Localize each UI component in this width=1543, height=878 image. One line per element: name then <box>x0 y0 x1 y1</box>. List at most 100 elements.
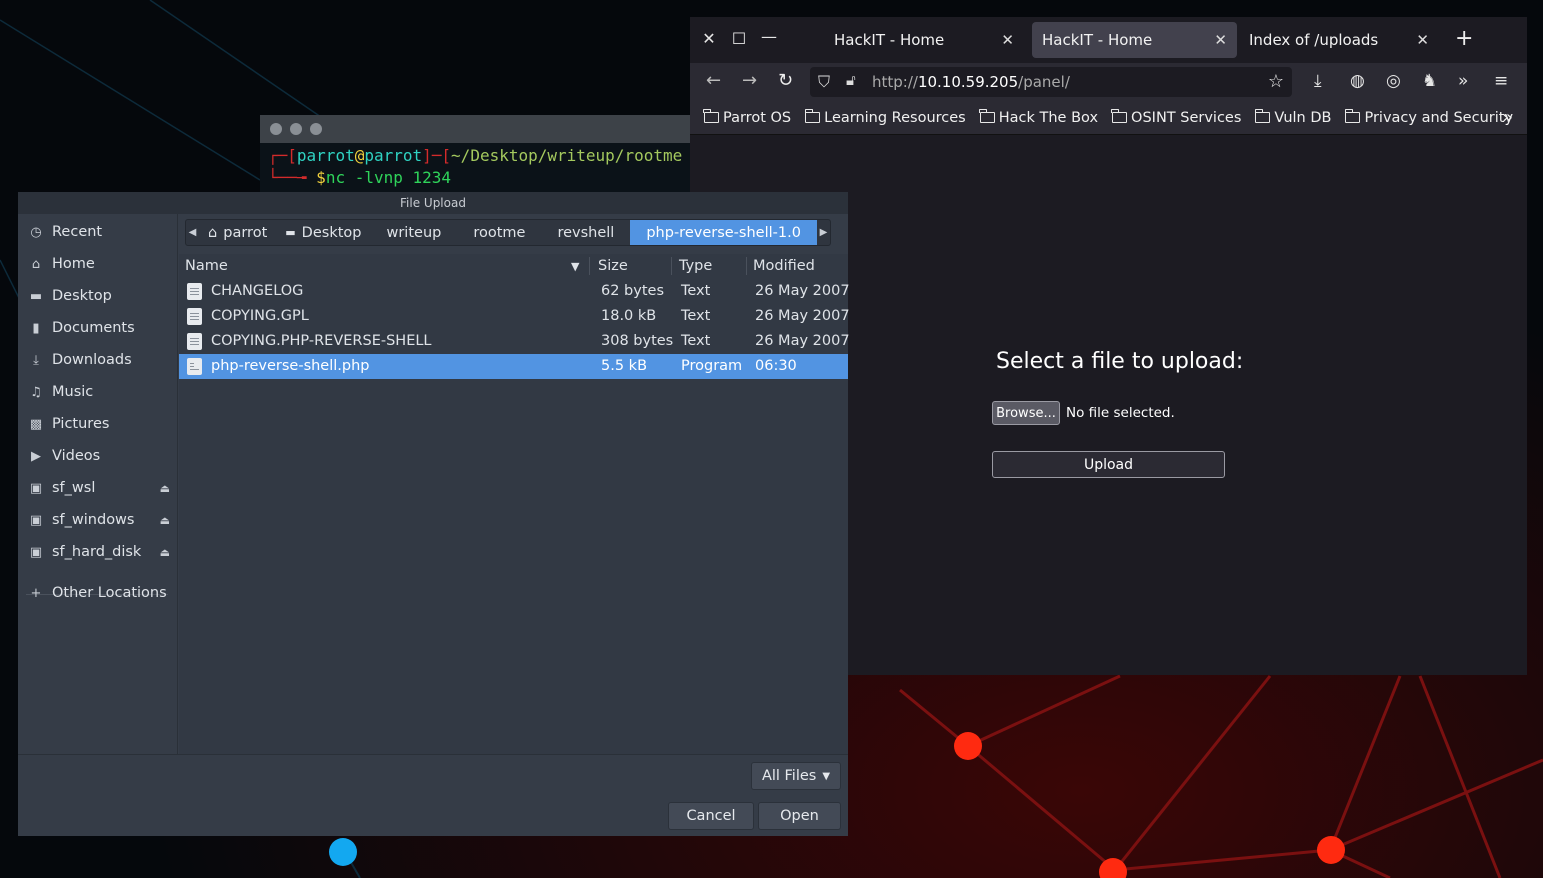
place-desktop[interactable]: ▬ Desktop <box>28 284 170 308</box>
terminal-window[interactable]: ┌─[parrot@parrot]─[~/Desktop/writeup/roo… <box>260 115 690 195</box>
dropdown-arrow-icon: ▼ <box>822 770 831 782</box>
desktop-icon: ▬ <box>29 288 43 304</box>
dialog-footer: All Files ▼ Cancel Open <box>18 754 848 836</box>
place-pictures[interactable]: ▩ Pictures <box>28 412 170 436</box>
shield-icon[interactable]: ⛉ <box>818 72 830 92</box>
text-file-icon <box>187 308 202 325</box>
home-icon: ⌂ <box>31 256 41 272</box>
close-tab-icon[interactable]: ✕ <box>1001 31 1014 49</box>
program-file-icon <box>187 358 202 375</box>
drive-icon: ▣ <box>29 512 43 528</box>
maximize-dot-icon[interactable] <box>310 123 322 135</box>
desktop-node <box>329 838 357 866</box>
file-row[interactable]: COPYING.PHP-REVERSE-SHELL 308 bytes Text… <box>179 329 850 354</box>
new-tab-icon[interactable]: + <box>1455 28 1473 50</box>
eject-icon[interactable]: ⏏ <box>160 546 170 559</box>
column-name[interactable]: Name <box>185 258 228 274</box>
folder-icon <box>703 109 719 123</box>
close-dot-icon[interactable] <box>270 123 282 135</box>
file-row-selected[interactable]: php-reverse-shell.php 5.5 kB Program 06:… <box>179 354 848 379</box>
close-window-icon[interactable]: ✕ <box>694 29 724 48</box>
crumb-parrot[interactable]: ⌂ parrot <box>199 220 276 245</box>
place-sf-windows[interactable]: ▣ sf_windows ⏏ <box>28 508 170 532</box>
download-icon: ⤓ <box>33 352 39 368</box>
forward-icon[interactable]: → <box>742 71 757 91</box>
download-icon[interactable]: ⤓ <box>1314 71 1322 91</box>
place-music[interactable]: ♫ Music <box>28 380 170 404</box>
bookmark-learning-resources[interactable]: Learning Resources <box>804 109 966 126</box>
bookmark-hack-the-box[interactable]: Hack The Box <box>979 109 1098 126</box>
tab-hackit-home-2[interactable]: HackIT - Home ✕ <box>1032 22 1237 58</box>
extension-mask-icon[interactable]: ◎ <box>1386 71 1401 91</box>
upload-button[interactable]: Upload <box>992 451 1225 478</box>
crumb-rootme[interactable]: rootme <box>457 220 541 245</box>
text-file-icon <box>187 333 202 350</box>
crumb-writeup[interactable]: writeup <box>370 220 457 245</box>
minimize-dot-icon[interactable] <box>290 123 302 135</box>
place-other-locations[interactable]: + Other Locations <box>28 581 170 605</box>
file-upload-dialog[interactable]: File Upload ◷ Recent ⌂ Home ▬ Desktop ▮ Docu… <box>18 192 850 836</box>
music-icon: ♫ <box>30 384 42 400</box>
reload-icon[interactable]: ↻ <box>778 71 793 91</box>
place-sf-hard-disk[interactable]: ▣ sf_hard_disk ⏏ <box>28 540 170 564</box>
minimize-window-icon[interactable]: — <box>754 27 784 46</box>
browse-button[interactable]: Browse... <box>992 401 1060 425</box>
drive-icon: ▣ <box>29 544 43 560</box>
bookmark-osint-services[interactable]: OSINT Services <box>1111 109 1241 126</box>
tab-hackit-home-1[interactable]: HackIT - Home ✕ <box>824 22 1024 58</box>
bookmarks-overflow-icon[interactable]: » <box>1502 107 1513 128</box>
extension-spy-icon[interactable]: ♞ <box>1422 71 1437 91</box>
file-filter-dropdown[interactable]: All Files ▼ <box>751 762 841 790</box>
extension-cookie-icon[interactable]: ◍ <box>1350 71 1365 91</box>
insecure-lock-icon[interactable]: 🔓︎ <box>846 71 856 89</box>
eject-icon[interactable]: ⏏ <box>160 482 170 495</box>
plus-icon: + <box>30 585 42 601</box>
column-type[interactable]: Type <box>679 258 712 274</box>
bookmark-parrot-os[interactable]: Parrot OS <box>703 109 791 126</box>
cancel-button[interactable]: Cancel <box>668 802 754 830</box>
file-row[interactable]: CHANGELOG 62 bytes Text 26 May 2007 <box>179 279 850 304</box>
column-modified[interactable]: Modified <box>753 258 815 274</box>
url-bar[interactable]: ⛉ 🔓︎ http://10.10.59.205/panel/ ☆ <box>810 67 1292 97</box>
close-tab-icon[interactable]: ✕ <box>1416 31 1429 49</box>
navigation-bar: ← → ↻ ⛉ 🔓︎ http://10.10.59.205/panel/ ☆ … <box>690 63 1527 101</box>
path-right-arrow-icon[interactable]: ▶ <box>817 220 830 245</box>
file-row[interactable]: COPYING.GPL 18.0 kB Text 26 May 2007 <box>179 304 850 329</box>
crumb-revshell[interactable]: revshell <box>541 220 630 245</box>
place-documents[interactable]: ▮ Documents <box>28 316 170 340</box>
bookmark-privacy-security[interactable]: Privacy and Security <box>1344 109 1513 126</box>
terminal-path: ~/Desktop/writeup/rootme <box>451 146 683 165</box>
crumb-php-reverse-shell[interactable]: php-reverse-shell-1.0 <box>630 220 817 245</box>
maximize-window-icon[interactable]: ☐ <box>724 29 754 48</box>
bookmark-vuln-db[interactable]: Vuln DB <box>1254 109 1331 126</box>
place-sf-wsl[interactable]: ▣ sf_wsl ⏏ <box>28 476 170 500</box>
menu-icon[interactable]: ≡ <box>1494 71 1508 91</box>
dialog-title: File Upload <box>18 192 848 214</box>
eject-icon[interactable]: ⏏ <box>160 514 170 527</box>
home-icon: ⌂ <box>208 224 218 241</box>
bookmark-star-icon[interactable]: ☆ <box>1268 71 1284 92</box>
terminal-titlebar[interactable] <box>260 115 690 143</box>
list-header: Name ▼ Size Type Modified <box>179 254 848 278</box>
folder-icon <box>1254 109 1271 123</box>
column-size[interactable]: Size <box>598 258 628 274</box>
upload-heading: Select a file to upload: <box>996 349 1244 374</box>
place-videos[interactable]: ▶ Videos <box>28 444 170 468</box>
desktop-node <box>954 732 982 760</box>
crumb-desktop[interactable]: ▬ Desktop <box>276 220 370 245</box>
sort-down-icon[interactable]: ▼ <box>571 260 579 273</box>
back-icon[interactable]: ← <box>706 71 721 91</box>
terminal-user: parrot <box>296 146 355 165</box>
clock-icon: ◷ <box>30 224 42 240</box>
terminal-prompt-line: ┌─[parrot@parrot]─[~/Desktop/writeup/roo… <box>268 146 683 165</box>
desktop-icon: ▬ <box>285 226 296 239</box>
more-tools-icon[interactable]: » <box>1458 71 1468 91</box>
place-downloads[interactable]: ⤓ Downloads <box>28 348 170 372</box>
place-home[interactable]: ⌂ Home <box>28 252 170 276</box>
tab-index-uploads[interactable]: Index of /uploads ✕ <box>1239 22 1439 58</box>
path-left-arrow-icon[interactable]: ◀ <box>186 220 199 245</box>
bookmarks-toolbar: Parrot OS Learning Resources Hack The Bo… <box>690 101 1527 135</box>
close-tab-icon[interactable]: ✕ <box>1214 31 1227 49</box>
open-button[interactable]: Open <box>758 802 841 830</box>
place-recent[interactable]: ◷ Recent <box>28 220 170 244</box>
